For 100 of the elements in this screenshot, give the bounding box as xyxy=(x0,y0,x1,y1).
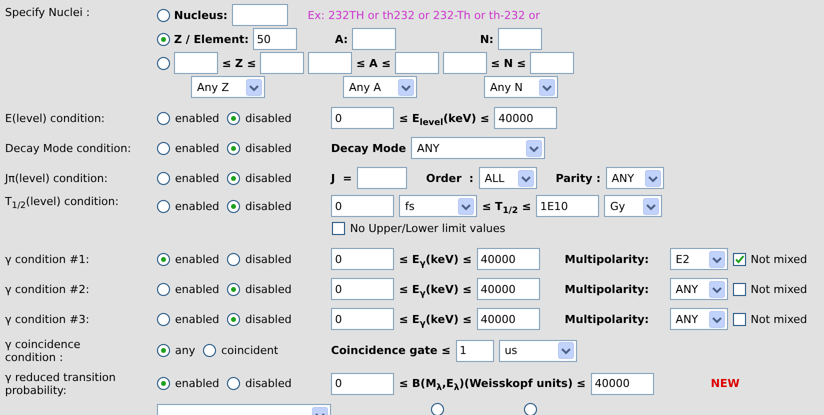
radio-button[interactable] xyxy=(227,172,240,184)
condition-label: γ coincidence condition : xyxy=(4,338,82,364)
radio-button[interactable] xyxy=(227,112,240,124)
dropdown[interactable]: ALL xyxy=(478,167,537,189)
field-label: Nucleus: xyxy=(174,8,228,22)
option-label: disabled xyxy=(245,142,292,154)
input-field[interactable]: 40000 xyxy=(590,372,654,394)
option-label: disabled xyxy=(245,282,292,296)
radio-button[interactable] xyxy=(227,282,240,296)
option-label: enabled xyxy=(175,312,220,326)
input-field[interactable]: 0 xyxy=(331,195,394,217)
range-expression: ≤ B(M$_{λ}$,E$_{λ}$)(Weisskopf units) ≤ xyxy=(399,377,586,390)
input-field[interactable] xyxy=(442,52,487,74)
radio-button[interactable] xyxy=(157,200,170,212)
radio-button[interactable] xyxy=(157,8,170,22)
checkbox[interactable] xyxy=(732,282,746,296)
input-field[interactable]: 50 xyxy=(252,28,297,50)
input-field[interactable]: 40000 xyxy=(476,308,540,330)
dropdown[interactable]: Gy xyxy=(604,195,662,217)
range-expression: ≤ A ≤ xyxy=(356,56,391,70)
option-label: disabled xyxy=(245,112,292,124)
checkbox[interactable] xyxy=(732,252,746,266)
input-field[interactable]: 40000 xyxy=(476,278,540,300)
option-label: enabled xyxy=(175,252,220,266)
input-field[interactable]: 0 xyxy=(331,278,394,300)
input-field[interactable]: 40000 xyxy=(476,248,540,270)
input-field[interactable]: 0 xyxy=(331,107,394,129)
radio-button[interactable] xyxy=(203,344,216,357)
checkbox[interactable] xyxy=(732,312,746,326)
radio-button[interactable] xyxy=(227,252,240,266)
input-field[interactable]: 0 xyxy=(331,248,394,270)
checkbox[interactable] xyxy=(332,222,345,234)
option-label: enabled xyxy=(175,377,220,390)
radio-button[interactable] xyxy=(157,282,170,296)
input-field[interactable] xyxy=(356,167,407,189)
input-field[interactable]: 0 xyxy=(331,308,394,330)
condition-label: Decay Mode condition: xyxy=(4,142,132,154)
radio-button[interactable] xyxy=(227,200,240,212)
input-field[interactable] xyxy=(260,52,304,74)
radio-button[interactable] xyxy=(157,172,170,184)
radio-button[interactable] xyxy=(524,403,537,415)
checkbox-label: No Upper/Lower limit values xyxy=(350,222,506,234)
dropdown[interactable]: Any A xyxy=(343,76,417,98)
radio-button[interactable] xyxy=(157,32,170,46)
radio-button[interactable] xyxy=(157,142,170,154)
radio-button[interactable] xyxy=(157,112,170,124)
radio-button[interactable] xyxy=(157,312,170,326)
option-label: disabled xyxy=(245,200,292,212)
option-label: coincident xyxy=(221,344,278,357)
dropdown[interactable]: fs xyxy=(399,195,477,217)
condition-label: Jπ(level) condition: xyxy=(4,172,109,184)
dropdown[interactable]: ANY xyxy=(670,308,728,330)
dropdown[interactable]: ANY xyxy=(411,137,546,159)
field-label: Decay Mode xyxy=(331,142,406,154)
dropdown[interactable]: us xyxy=(498,340,577,362)
radio-button[interactable] xyxy=(227,312,240,326)
option-label: enabled xyxy=(175,282,220,296)
dropdown[interactable]: ANY xyxy=(606,167,664,189)
option-label: disabled xyxy=(245,312,292,326)
radio-button[interactable] xyxy=(157,56,170,70)
input-field[interactable]: 0 xyxy=(331,372,394,394)
checkbox-label: Not mixed xyxy=(750,312,808,326)
field-label: Multipolarity: xyxy=(564,312,650,326)
input-field[interactable]: 1 xyxy=(456,340,494,362)
input-field[interactable] xyxy=(498,28,542,50)
input-field[interactable] xyxy=(232,4,288,26)
input-field[interactable] xyxy=(174,52,218,74)
checkbox-label: Not mixed xyxy=(750,282,808,296)
radio-button[interactable] xyxy=(157,252,170,266)
range-expression: ≤ E$_{γ}$(keV) ≤ xyxy=(399,312,472,326)
input-field[interactable]: 1E10 xyxy=(536,195,600,217)
range-expression: ≤ Z ≤ xyxy=(222,56,256,70)
radio-button[interactable] xyxy=(227,377,240,390)
radio-button[interactable] xyxy=(157,377,170,390)
field-label: J = xyxy=(331,172,352,184)
option-label: disabled xyxy=(245,252,292,266)
radio-button[interactable] xyxy=(227,142,240,154)
new-label: NEW xyxy=(710,377,740,390)
dropdown[interactable]: Any N xyxy=(484,76,558,98)
radio-button[interactable] xyxy=(157,344,170,357)
field-label: Multipolarity: xyxy=(564,282,650,296)
option-label: enabled xyxy=(175,112,220,124)
input-field[interactable] xyxy=(530,52,574,74)
radio-button[interactable] xyxy=(431,403,444,415)
condition-label: γ condition #1: xyxy=(4,252,90,266)
input-field[interactable] xyxy=(394,52,439,74)
condition-label: E(level) condition: xyxy=(4,112,106,124)
range-expression: ≤ E$_{γ}$(keV) ≤ xyxy=(399,282,472,296)
condition-label: γ condition #3: xyxy=(4,312,90,326)
field-label: Coincidence gate ≤ xyxy=(331,344,451,357)
dropdown[interactable]: ANY xyxy=(670,278,728,300)
input-field[interactable] xyxy=(308,52,352,74)
field-label: A: xyxy=(334,32,348,46)
range-expression: ≤ E$_{level}$(keV) ≤ xyxy=(399,112,490,124)
dropdown[interactable]: Any Z xyxy=(191,76,265,98)
input-field[interactable]: 40000 xyxy=(494,107,558,129)
input-field[interactable] xyxy=(352,28,396,50)
dropdown[interactable]: E2 xyxy=(670,248,728,270)
field-label: Z / Element: xyxy=(174,32,249,46)
option-label: enabled xyxy=(175,200,220,212)
